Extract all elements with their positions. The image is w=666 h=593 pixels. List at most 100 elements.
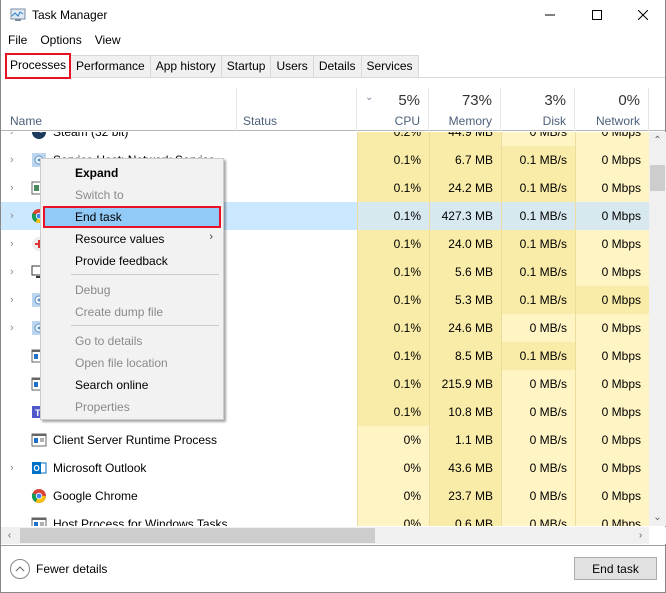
footer: Fewer details End task (1, 545, 665, 592)
network-label: Network (595, 114, 640, 128)
task-manager-window: Task Manager File Options View Processes… (0, 0, 666, 593)
chrome-icon (31, 488, 47, 504)
context-menu-label: Open file location (75, 356, 168, 370)
process-row[interactable]: › O Microsoft Outlook 0% 43.6 MB 0 MB/s 0 Mbps (1, 454, 649, 482)
app-window-icon (31, 516, 47, 526)
disk-cell: 0 MB/s (501, 314, 575, 342)
context-menu-provide-feedback[interactable]: Provide feedback (43, 250, 221, 272)
tab-services[interactable]: Services (361, 55, 419, 78)
context-menu-label: Search online (75, 378, 149, 392)
maximize-button[interactable] (574, 0, 620, 30)
column-divider (501, 132, 502, 526)
disk-cell: 0 MB/s (501, 398, 575, 426)
memory-cell: 43.6 MB (429, 454, 501, 482)
horizontal-scroll-thumb[interactable] (20, 528, 375, 543)
sort-chevron-icon: ⌄ (365, 92, 374, 103)
process-row[interactable]: Host Process for Windows Tasks 0% 0.6 MB 0 … (1, 510, 649, 526)
expand-chevron-icon[interactable]: › (10, 322, 14, 334)
network-cell: 0 Mbps (575, 482, 649, 510)
memory-cell: 10.8 MB (429, 398, 501, 426)
process-status-cell (237, 230, 357, 258)
title-bar[interactable]: Task Manager (1, 0, 665, 30)
menu-file[interactable]: File (1, 31, 33, 51)
process-status-cell (237, 258, 357, 286)
tab-app-history[interactable]: App history (150, 55, 222, 78)
expand-chevron-icon[interactable]: › (10, 132, 14, 138)
process-row[interactable]: Google Chrome 0% 23.7 MB 0 MB/s 0 Mbps (1, 482, 649, 510)
cpu-cell: 0.1% (357, 286, 429, 314)
memory-cell: 1.1 MB (429, 426, 501, 454)
horizontal-scrollbar[interactable]: ‹ › (1, 527, 649, 544)
scroll-down-icon[interactable]: ⌄ (649, 509, 666, 526)
cpu-percent: 5% (398, 92, 420, 109)
task-manager-icon (10, 8, 26, 21)
memory-cell: 24.2 MB (429, 174, 501, 202)
disk-cell: 0.1 MB/s (501, 230, 575, 258)
column-disk[interactable]: 3% Disk (501, 88, 575, 131)
close-button[interactable] (620, 0, 666, 30)
column-cpu[interactable]: ⌄ 5% CPU (357, 88, 429, 131)
expand-chevron-icon[interactable]: › (10, 238, 14, 250)
scroll-up-icon[interactable]: ⌃ (649, 132, 666, 149)
column-network[interactable]: 0% Network (575, 88, 649, 131)
scroll-right-icon[interactable]: › (632, 527, 649, 544)
process-status-cell (237, 202, 357, 230)
process-status-cell (237, 314, 357, 342)
fewer-details-chevron-up-icon[interactable] (10, 559, 30, 579)
context-menu-search-online[interactable]: Search online (43, 374, 221, 396)
process-name-cell: › O Microsoft Outlook (1, 454, 237, 482)
end-task-button[interactable]: End task (574, 557, 657, 580)
svg-text:O: O (34, 464, 40, 473)
column-name[interactable]: Name (1, 88, 237, 131)
memory-cell: 5.3 MB (429, 286, 501, 314)
disk-cell: 0.1 MB/s (501, 258, 575, 286)
tab-performance[interactable]: Performance (71, 55, 151, 78)
cpu-cell: 0.1% (357, 202, 429, 230)
fewer-details-link[interactable]: Fewer details (36, 562, 107, 576)
column-memory[interactable]: 73% Memory (429, 88, 501, 131)
context-menu-expand[interactable]: Expand (43, 162, 221, 184)
expand-chevron-icon[interactable]: › (10, 182, 14, 194)
network-cell: 0 Mbps (575, 398, 649, 426)
network-cell: 0 Mbps (575, 132, 649, 146)
context-menu-label: Switch to (75, 188, 124, 202)
expand-chevron-icon[interactable]: › (10, 294, 14, 306)
process-name: Google Chrome (53, 489, 138, 503)
expand-chevron-icon[interactable]: › (10, 266, 14, 278)
cpu-cell: 0.1% (357, 146, 429, 174)
memory-cell: 24.0 MB (429, 230, 501, 258)
context-menu-separator (71, 325, 219, 326)
menu-bar: File Options View (1, 31, 127, 51)
tab-users[interactable]: Users (271, 55, 314, 78)
process-status-cell (237, 132, 357, 146)
process-status-cell (237, 454, 357, 482)
menu-options[interactable]: Options (33, 31, 87, 51)
cpu-cell: 0.1% (357, 174, 429, 202)
memory-cell: 6.7 MB (429, 146, 501, 174)
process-row[interactable]: Client Server Runtime Process 0% 1.1 MB 0 M… (1, 426, 649, 454)
vertical-scrollbar[interactable]: ⌃ ⌄ (649, 132, 666, 526)
minimize-button[interactable] (527, 0, 573, 30)
menu-view[interactable]: View (88, 31, 127, 51)
network-cell: 0 Mbps (575, 342, 649, 370)
disk-cell: 0 MB/s (501, 132, 575, 146)
close-icon (638, 10, 648, 20)
network-cell: 0 Mbps (575, 146, 649, 174)
column-divider (357, 132, 358, 526)
scroll-left-icon[interactable]: ‹ (1, 527, 18, 544)
context-menu-label: Expand (75, 166, 119, 180)
expand-chevron-icon[interactable]: › (10, 462, 14, 474)
process-row[interactable]: › Steam (32 bit) 0.2% 44.9 MB 0 MB/s 0 Mbps (1, 132, 649, 146)
expand-chevron-icon[interactable]: › (10, 154, 14, 166)
context-menu-resource-values[interactable]: Resource values › (43, 228, 221, 250)
tab-details[interactable]: Details (313, 55, 362, 78)
tab-startup[interactable]: Startup (221, 55, 272, 78)
process-name-cell: › Steam (32 bit) (1, 132, 237, 146)
column-status[interactable]: Status (237, 88, 357, 131)
vertical-scroll-thumb[interactable] (650, 165, 665, 191)
column-name-label: Name (10, 114, 43, 128)
context-menu-end-task[interactable]: End task (43, 206, 221, 228)
tab-processes[interactable]: Processes (5, 53, 72, 79)
context-menu-switch-to: Switch to (43, 184, 221, 206)
expand-chevron-icon[interactable]: › (10, 210, 14, 222)
